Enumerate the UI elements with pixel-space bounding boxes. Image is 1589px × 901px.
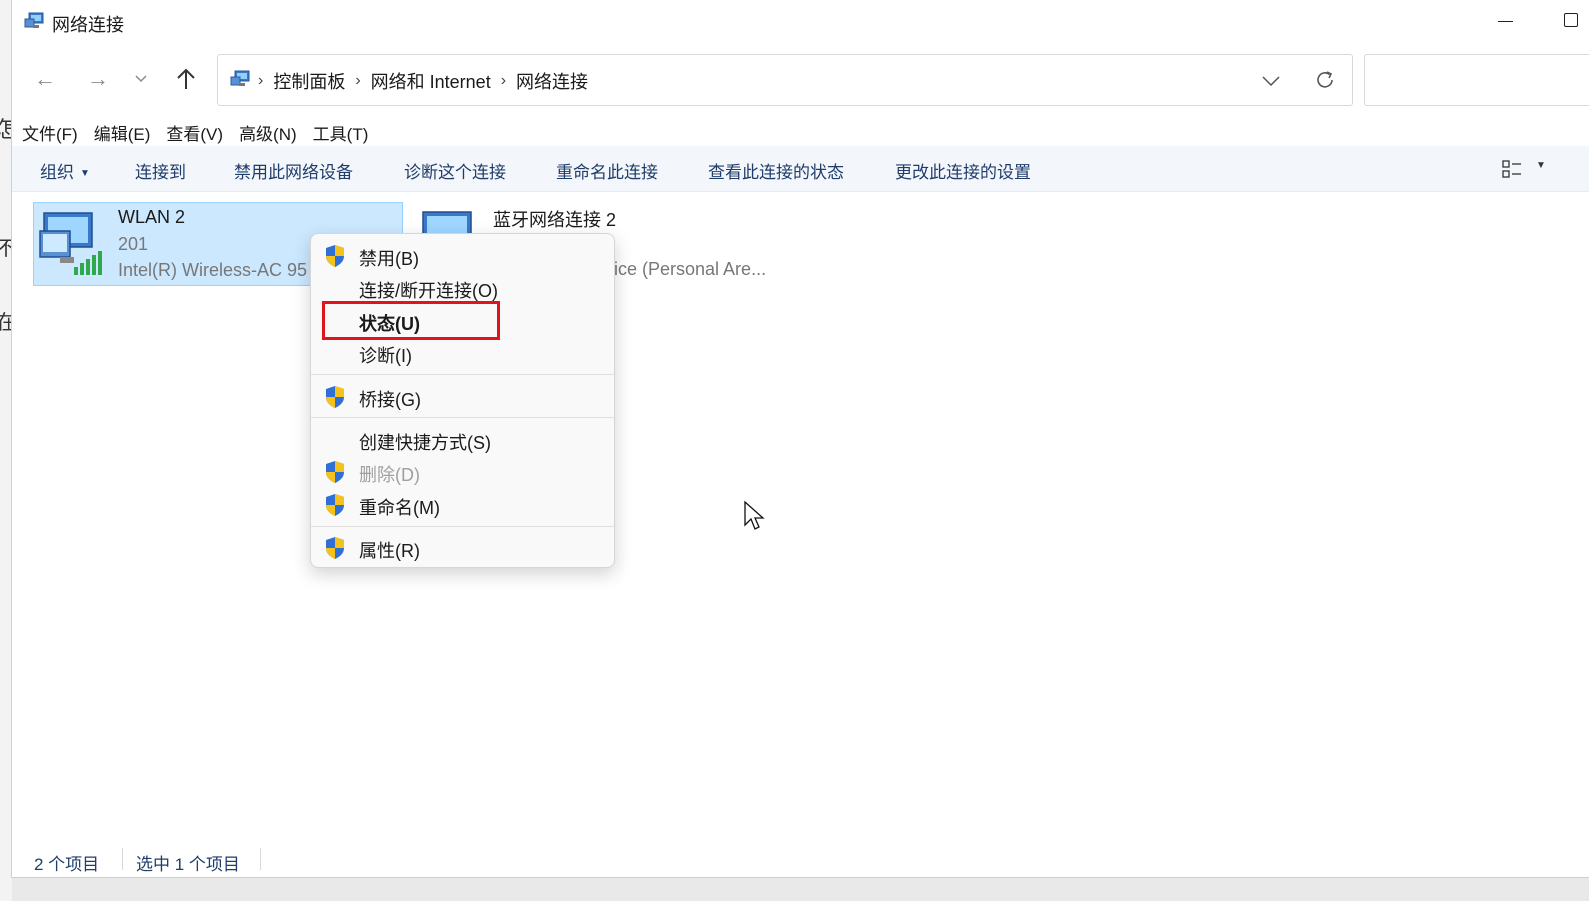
network-connections-window: 网络连接 ← → › 控制面板 › 网络和 Internet › 网络连接 文件… xyxy=(11,0,1589,878)
arrow-left-icon: ← xyxy=(34,66,56,91)
context-menu-label: 桥接(G) xyxy=(359,390,421,410)
change-settings-button[interactable]: 更改此连接的设置 xyxy=(895,158,1031,183)
chevron-down-icon xyxy=(1262,76,1280,87)
context-menu-label: 禁用(B) xyxy=(359,249,419,269)
highlight-annotation-box xyxy=(322,301,500,340)
menu-file[interactable]: 文件(F) xyxy=(22,120,78,144)
uac-shield-icon xyxy=(326,386,344,408)
connection-device: ice (Personal Are... xyxy=(614,259,767,279)
disable-device-button[interactable]: 禁用此网络设备 xyxy=(234,158,353,183)
rename-button[interactable]: 重命名此连接 xyxy=(556,158,658,183)
address-bar[interactable]: › 控制面板 › 网络和 Internet › 网络连接 xyxy=(217,54,1353,106)
view-options-icon xyxy=(1502,160,1521,178)
breadcrumb-item-control-panel[interactable]: 控制面板 xyxy=(273,68,345,94)
back-button[interactable]: ← xyxy=(28,62,62,96)
maximize-button[interactable] xyxy=(1564,13,1578,27)
forward-button[interactable]: → xyxy=(81,62,115,96)
context-menu-item-create-shortcut[interactable]: 创建快捷方式(S) xyxy=(311,423,614,455)
search-input[interactable] xyxy=(1364,54,1589,106)
breadcrumb-separator-icon: › xyxy=(258,72,264,89)
connection-name: 蓝牙网络连接 2 xyxy=(493,210,617,230)
organize-button[interactable]: 组织 ▼ xyxy=(40,158,90,183)
window-title: 网络连接 xyxy=(52,15,124,35)
recent-locations-button[interactable] xyxy=(124,62,158,96)
organize-label: 组织 xyxy=(40,163,74,182)
context-menu-item-bridge[interactable]: 桥接(G) xyxy=(311,380,614,412)
menu-advanced[interactable]: 高级(N) xyxy=(239,120,297,144)
selected-count: 选中 1 个项目 xyxy=(136,855,240,874)
context-menu-label: 删除(D) xyxy=(359,465,420,485)
connection-name: WLAN 2 xyxy=(118,207,186,227)
context-menu-item-diagnose[interactable]: 诊断(I) xyxy=(311,336,614,368)
menu-edit[interactable]: 编辑(E) xyxy=(94,120,151,144)
diagnose-button[interactable]: 诊断这个连接 xyxy=(404,158,506,183)
context-menu-item-disable[interactable]: 禁用(B) xyxy=(311,239,614,271)
uac-shield-icon xyxy=(326,245,344,267)
context-menu: 禁用(B) 连接/断开连接(O) 状态(U) 诊断(I) 桥接(G) 创建快捷方… xyxy=(310,233,615,568)
caret-down-icon: ▼ xyxy=(1536,160,1546,171)
navigation-bar: ← → › 控制面板 › 网络和 Internet › 网络连接 xyxy=(12,52,1589,108)
menu-view[interactable]: 查看(V) xyxy=(166,120,223,144)
arrow-up-icon xyxy=(177,68,195,89)
context-menu-label: 连接/断开连接(O) xyxy=(359,281,498,301)
menu-separator xyxy=(311,374,614,375)
context-menu-item-connect[interactable]: 连接/断开连接(O) xyxy=(311,271,614,303)
arrow-right-icon: → xyxy=(87,66,109,91)
item-count: 2 个项目 xyxy=(34,855,100,874)
context-menu-label: 创建快捷方式(S) xyxy=(359,433,491,453)
minimize-button[interactable] xyxy=(1496,10,1516,30)
context-menu-label: 重命名(M) xyxy=(359,498,440,518)
breadcrumb-separator-icon[interactable]: › xyxy=(355,72,360,90)
address-history-button[interactable] xyxy=(1258,69,1284,93)
command-bar: 组织 ▼ 连接到 禁用此网络设备 诊断这个连接 重命名此连接 查看此连接的状态 更… xyxy=(12,146,1589,192)
context-menu-item-rename[interactable]: 重命名(M) xyxy=(311,488,614,520)
refresh-icon xyxy=(1317,71,1333,88)
breadcrumb-item-network-connections[interactable]: 网络连接 xyxy=(516,68,588,94)
mouse-pointer-icon xyxy=(744,501,765,530)
context-menu-label: 属性(R) xyxy=(359,541,420,561)
breadcrumb: › 控制面板 › 网络和 Internet › 网络连接 xyxy=(258,68,588,94)
menu-separator xyxy=(311,526,614,527)
up-button[interactable] xyxy=(169,62,203,96)
wireless-adapter-icon xyxy=(39,212,102,275)
view-status-button[interactable]: 查看此连接的状态 xyxy=(708,158,844,183)
title-bar: 网络连接 xyxy=(12,0,1589,44)
status-divider xyxy=(122,848,123,870)
breadcrumb-separator-icon[interactable]: › xyxy=(501,72,506,90)
context-menu-label: 诊断(I) xyxy=(359,346,412,366)
connect-to-button[interactable]: 连接到 xyxy=(135,158,186,183)
uac-shield-icon xyxy=(326,537,344,559)
status-bar: 2 个项目 选中 1 个项目 xyxy=(12,846,1589,874)
change-view-button[interactable]: ▼ xyxy=(1502,158,1558,180)
menu-separator xyxy=(311,417,614,418)
context-menu-item-delete: 删除(D) xyxy=(311,455,614,487)
refresh-button[interactable] xyxy=(1312,67,1338,93)
status-divider xyxy=(260,848,261,870)
connection-network: 201 xyxy=(118,234,149,254)
uac-shield-icon xyxy=(326,494,344,516)
uac-shield-icon xyxy=(326,461,344,483)
caret-down-icon: ▼ xyxy=(80,168,90,180)
breadcrumb-item-network-internet[interactable]: 网络和 Internet xyxy=(371,68,491,94)
control-panel-icon xyxy=(230,70,250,86)
menu-tools[interactable]: 工具(T) xyxy=(313,120,369,144)
context-menu-item-properties[interactable]: 属性(R) xyxy=(311,531,614,563)
menu-bar: 文件(F) 编辑(E) 查看(V) 高级(N) 工具(T) xyxy=(22,120,368,144)
chevron-down-icon xyxy=(135,75,147,83)
network-connections-icon xyxy=(24,12,44,28)
